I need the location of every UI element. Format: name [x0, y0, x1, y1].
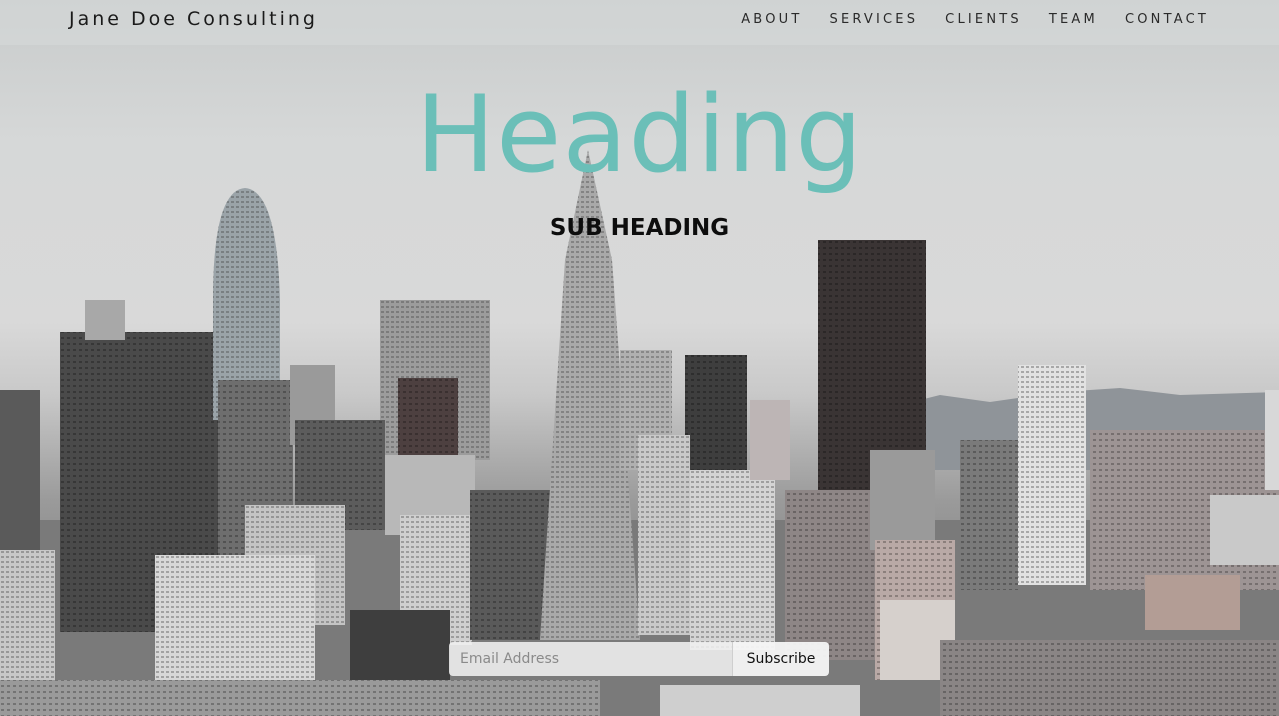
hero-heading: Heading: [415, 73, 864, 196]
nav-item-contact[interactable]: CONTACT: [1125, 12, 1209, 27]
landing-page: Jane Doe Consulting ABOUT SERVICES CLIEN…: [0, 0, 1279, 716]
nav-item-about[interactable]: ABOUT: [741, 12, 802, 27]
subscribe-form: Subscribe: [449, 642, 829, 676]
email-address-input[interactable]: [449, 642, 732, 676]
subscribe-button[interactable]: Subscribe: [732, 642, 829, 676]
nav-item-services[interactable]: SERVICES: [830, 12, 919, 27]
top-navigation-bar: Jane Doe Consulting ABOUT SERVICES CLIEN…: [0, 0, 1279, 45]
nav-item-clients[interactable]: CLIENTS: [945, 12, 1022, 27]
main-nav: ABOUT SERVICES CLIENTS TEAM CONTACT: [714, 12, 1209, 27]
brand-logo-text[interactable]: Jane Doe Consulting: [69, 8, 318, 30]
nav-item-team[interactable]: TEAM: [1049, 12, 1098, 27]
hero-subheading: SUB HEADING: [549, 215, 730, 241]
